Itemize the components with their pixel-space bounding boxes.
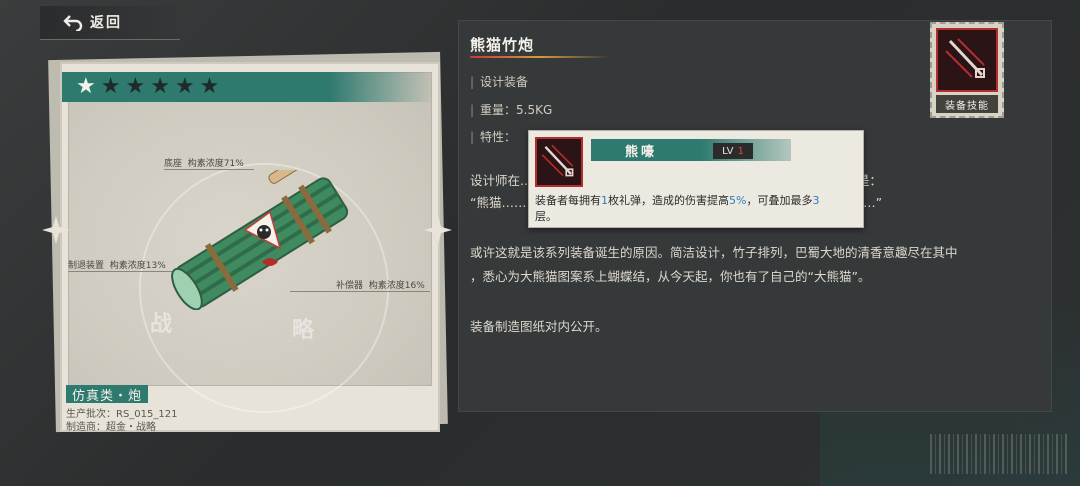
star-icon: ★: [199, 74, 220, 99]
skill-header-bar: [591, 139, 791, 161]
diamond-marker-icon: [42, 216, 70, 244]
leader-line: [164, 169, 254, 170]
attribute-weight: | 重量：5.5KG: [470, 103, 553, 117]
skill-level: LV 1: [713, 143, 753, 159]
decorative-barcode: [930, 434, 1070, 474]
part-label-recoil: 制退装置 构素浓度13%: [68, 261, 166, 271]
star-icon: ★: [150, 74, 170, 99]
diamond-marker-icon: [424, 216, 452, 244]
description-line: ，悉心为大熊猫图案系上蝴蝶结，从今天起，你也有了自己的“大熊猫”。: [470, 269, 871, 284]
skill-tooltip: 熊嚎 LV 1 装备者每拥有1枚礼弹，造成的伤害提高5%，可叠加最多3 层。: [528, 130, 864, 228]
skill-claw-icon: [936, 28, 998, 92]
part-label-base: 底座 构素浓度71%: [164, 159, 244, 169]
star-icon: ★: [174, 74, 195, 99]
back-arrow-icon: [62, 13, 84, 31]
item-title: 熊猫竹炮: [470, 36, 535, 54]
back-label: 返回: [90, 15, 122, 31]
star-icon: ★: [125, 74, 146, 99]
leader-line: [290, 291, 430, 292]
star-rating: ★ ★ ★ ★ ★ ★: [62, 72, 434, 102]
title-underline: [470, 56, 610, 58]
back-button[interactable]: 返回: [62, 10, 122, 34]
description-line: 或许这就是该系列装备诞生的原因。简洁设计，竹子排列，巴蜀大地的清香意趣尽在其中: [470, 245, 958, 260]
skill-badge-label: 装备技能: [936, 95, 998, 113]
skill-name: 熊嚎: [625, 145, 658, 160]
attribute-trait: | 特性：: [470, 130, 517, 144]
manufacturer: 制造商：超金・战略: [66, 422, 156, 433]
part-label-compensator: 补偿器 构素浓度16%: [336, 281, 425, 291]
star-icon: ★: [76, 74, 96, 99]
star-icon: ★: [100, 74, 121, 99]
watermark-char: 略: [292, 318, 315, 343]
description-line: 装备制造图纸对内公开。: [470, 319, 608, 334]
leader-line: [68, 271, 172, 272]
skill-claw-icon: [535, 137, 583, 187]
equipment-skill-button[interactable]: 装备技能: [930, 22, 1004, 118]
skill-description: 装备者每拥有1枚礼弹，造成的伤害提高5%，可叠加最多3 层。: [535, 194, 820, 223]
watermark-char: 战: [150, 312, 173, 337]
attribute-type: | 设计装备: [470, 75, 529, 89]
weapon-class-tag: 仿真类・炮: [66, 385, 149, 404]
